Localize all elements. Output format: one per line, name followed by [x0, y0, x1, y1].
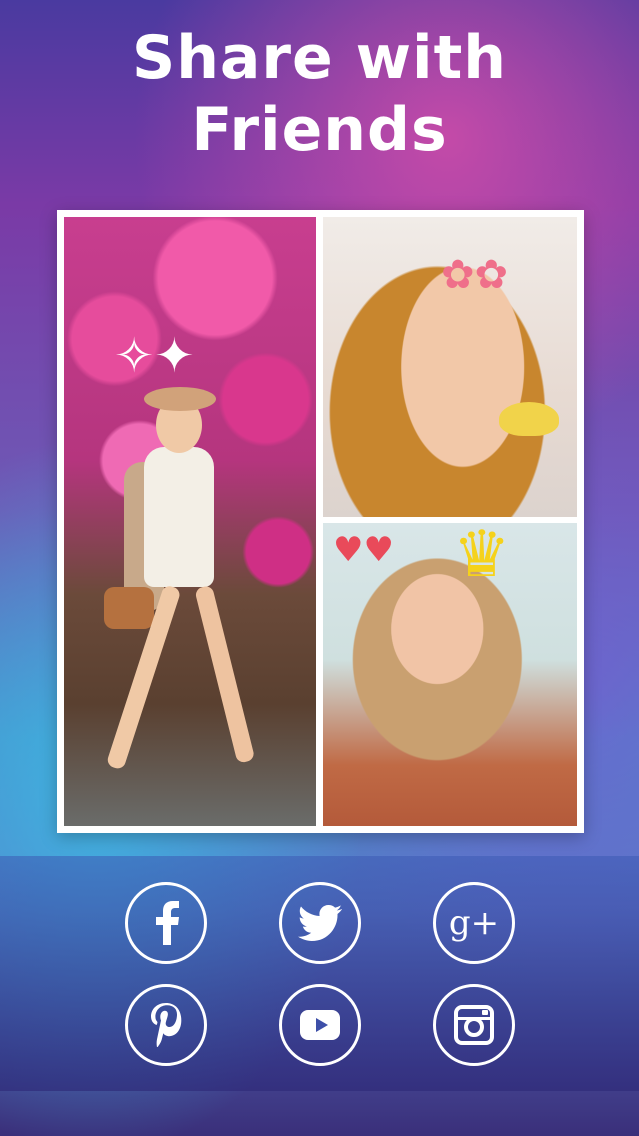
bird-sticker-icon — [499, 402, 559, 436]
pinterest-icon — [149, 1003, 183, 1047]
flower-sticker-icon: ✿✿ — [441, 252, 509, 298]
google-plus-share-button[interactable]: g+ — [433, 882, 515, 964]
youtube-icon — [300, 1010, 340, 1040]
youtube-share-button[interactable] — [279, 984, 361, 1066]
photo-collage: ✧✦ ✿✿ ♥♥ ♛ — [57, 210, 584, 833]
facebook-share-button[interactable] — [125, 882, 207, 964]
collage-photo-left: ✧✦ — [64, 217, 316, 826]
headline-line-2: Friends — [191, 95, 448, 165]
collage-photo-bottom-right: ♥♥ ♛ — [323, 523, 577, 826]
facebook-icon — [149, 901, 183, 945]
collage-photo-top-right: ✿✿ — [323, 217, 577, 517]
sparkle-sticker-icon: ✧✦ — [114, 328, 195, 384]
instagram-icon — [454, 1005, 494, 1045]
google-plus-icon: g+ — [448, 903, 500, 943]
share-bar: g+ — [0, 856, 639, 1091]
twitter-icon — [298, 905, 342, 941]
twitter-share-button[interactable] — [279, 882, 361, 964]
walking-woman-figure — [104, 387, 256, 807]
hearts-sticker-icon: ♥♥ — [333, 530, 394, 570]
instagram-share-button[interactable] — [433, 984, 515, 1066]
headline-line-1: Share with — [132, 23, 507, 93]
crown-sticker-icon: ♛ — [453, 523, 511, 592]
headline: Share with Friends — [0, 22, 639, 166]
pinterest-share-button[interactable] — [125, 984, 207, 1066]
